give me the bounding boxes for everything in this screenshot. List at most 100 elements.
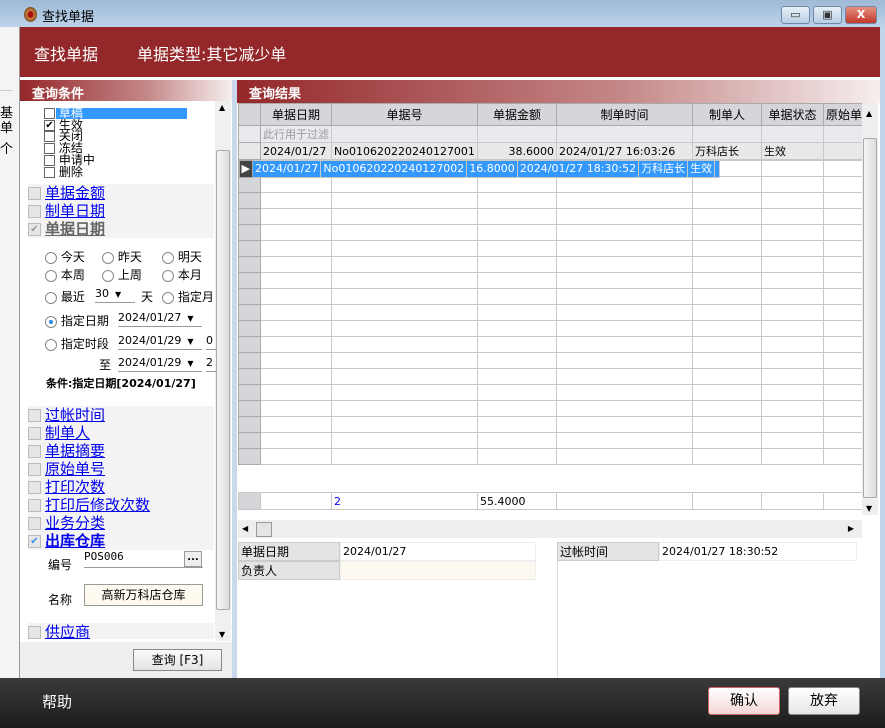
filter-link[interactable]: 过帐时间 (45, 406, 105, 424)
filter-cell[interactable] (692, 125, 762, 143)
period-to-time[interactable]: 2 (206, 355, 216, 372)
checkbox[interactable] (28, 445, 41, 458)
empty-cell (477, 432, 557, 449)
table-row[interactable]: 2024/01/27 No010620220240127001 38.6000 … (238, 142, 866, 160)
empty-row (238, 352, 866, 369)
filter-post-time[interactable]: 过帐时间 (28, 406, 214, 424)
column-header[interactable]: 单据状态 (761, 103, 824, 126)
radio-label: 明天 (177, 250, 202, 264)
filter-link[interactable]: 打印次数 (45, 478, 105, 496)
recent-days-select[interactable]: 30 ▼ (95, 286, 135, 303)
radio-last-week[interactable]: 上周 (102, 266, 142, 283)
checkbox[interactable]: ✔ (28, 535, 41, 548)
browse-button[interactable]: ... (184, 551, 202, 567)
filter-create-date[interactable]: 制单日期 (28, 202, 214, 220)
checkbox[interactable] (28, 481, 41, 494)
radio-specified-date[interactable]: 指定日期 (45, 312, 109, 329)
checkbox[interactable] (28, 517, 41, 530)
filter-cell[interactable] (477, 125, 557, 143)
radio-specified-period[interactable]: 指定时段 (45, 335, 109, 352)
cell-original-no (822, 142, 866, 160)
empty-cell (331, 416, 478, 433)
filter-supplier[interactable]: 供应商 (28, 623, 214, 639)
minimize-button[interactable]: ▭ (781, 6, 810, 24)
filter-link[interactable]: 原始单号 (45, 460, 105, 478)
filter-link[interactable]: 业务分类 (45, 514, 105, 532)
chevron-down-icon: ▼ (187, 337, 194, 346)
radio-tomorrow[interactable]: 明天 (162, 248, 202, 265)
filter-cell[interactable] (822, 125, 866, 143)
checkbox[interactable] (44, 143, 55, 154)
cell-doc-no: No010620220240127001 (331, 142, 478, 160)
period-from-time[interactable]: 0 (206, 333, 216, 350)
filter-row[interactable]: 此行用于过滤 (238, 125, 866, 143)
empty-cell (238, 240, 261, 257)
checkbox[interactable] (44, 167, 55, 178)
filter-amount[interactable]: 单据金额 (28, 184, 214, 202)
filter-modify-count[interactable]: 打印后修改次数 (28, 496, 214, 514)
filter-link[interactable]: 出库仓库 (45, 532, 105, 550)
filter-doc-date[interactable]: ✔ 单据日期 (28, 220, 214, 238)
filter-cell[interactable] (761, 125, 824, 143)
radio-yesterday[interactable]: 昨天 (102, 248, 142, 265)
filter-link[interactable]: 单据摘要 (45, 442, 105, 460)
empty-cell (477, 288, 557, 305)
checkbox[interactable] (44, 108, 55, 119)
column-header[interactable]: 单据号 (331, 103, 478, 126)
cancel-button[interactable]: 放弃 (788, 687, 860, 715)
checkbox[interactable] (28, 626, 41, 639)
filter-cell[interactable]: 此行用于过滤 (260, 125, 332, 143)
filter-business-category[interactable]: 业务分类 (28, 514, 214, 532)
status-item-deleted[interactable]: 删除 (44, 166, 83, 178)
grid-horizontal-scrollbar[interactable]: ◀ ▶ (238, 520, 862, 538)
empty-cell (556, 400, 693, 417)
column-header[interactable]: 制单时间 (556, 103, 693, 126)
filter-link[interactable]: 制单人 (45, 424, 90, 442)
maximize-button[interactable]: ▣ (813, 6, 842, 24)
column-header[interactable]: 单据金额 (477, 103, 557, 126)
grid-horizontal-scrollbar-thumb[interactable] (256, 522, 272, 537)
filter-cell[interactable] (331, 125, 478, 143)
checkbox[interactable] (44, 155, 55, 166)
filter-link[interactable]: 供应商 (45, 623, 90, 639)
filter-link[interactable]: 制单日期 (45, 202, 105, 220)
radio-this-month[interactable]: 本月 (162, 266, 202, 283)
checkbox[interactable] (28, 187, 41, 200)
filter-link[interactable]: 单据金额 (45, 184, 105, 202)
filter-summary[interactable]: 单据摘要 (28, 442, 214, 460)
checkbox[interactable] (44, 131, 55, 142)
empty-cell (556, 240, 693, 257)
specified-date-picker[interactable]: 2024/01/27 ▼ (118, 310, 202, 327)
checkbox[interactable] (28, 499, 41, 512)
table-row-selected[interactable]: ▶ 2024/01/27 No010620220240127002 16.800… (238, 160, 721, 178)
checkbox[interactable] (28, 409, 41, 422)
filter-print-count[interactable]: 打印次数 (28, 478, 214, 496)
confirm-button[interactable]: 确认 (708, 687, 780, 715)
filter-warehouse[interactable]: ✔ 出库仓库 (28, 532, 214, 550)
column-header[interactable]: 单据日期 (260, 103, 332, 126)
checkbox[interactable] (28, 463, 41, 476)
column-header[interactable]: 制单人 (692, 103, 762, 126)
query-button[interactable]: 查询 [F3] (133, 649, 222, 671)
close-button[interactable]: X (845, 6, 877, 24)
column-header[interactable]: 原始单 (822, 103, 866, 126)
checkbox[interactable] (28, 427, 41, 440)
checkbox[interactable]: ✔ (44, 120, 55, 131)
checkbox[interactable]: ✔ (28, 223, 41, 236)
radio-this-week[interactable]: 本周 (45, 266, 85, 283)
filter-creator[interactable]: 制单人 (28, 424, 214, 442)
filter-original-no[interactable]: 原始单号 (28, 460, 214, 478)
radio-today[interactable]: 今天 (45, 248, 85, 265)
cell-creator: 万科店长 (638, 160, 689, 178)
period-to-picker[interactable]: 2024/01/29 ▼ (118, 355, 202, 372)
period-from-picker[interactable]: 2024/01/29 ▼ (118, 333, 202, 350)
filter-link[interactable]: 打印后修改次数 (45, 496, 150, 514)
checkbox[interactable] (28, 205, 41, 218)
filter-cell[interactable] (556, 125, 693, 143)
radio-specified-month[interactable]: 指定月 (162, 288, 214, 305)
filter-link[interactable]: 单据日期 (45, 220, 105, 238)
left-scrollbar-thumb[interactable] (216, 150, 230, 610)
grid-vertical-scrollbar-thumb[interactable] (863, 138, 877, 498)
help-link[interactable]: 帮助 (42, 691, 72, 712)
radio-recent[interactable]: 最近 (45, 288, 85, 305)
